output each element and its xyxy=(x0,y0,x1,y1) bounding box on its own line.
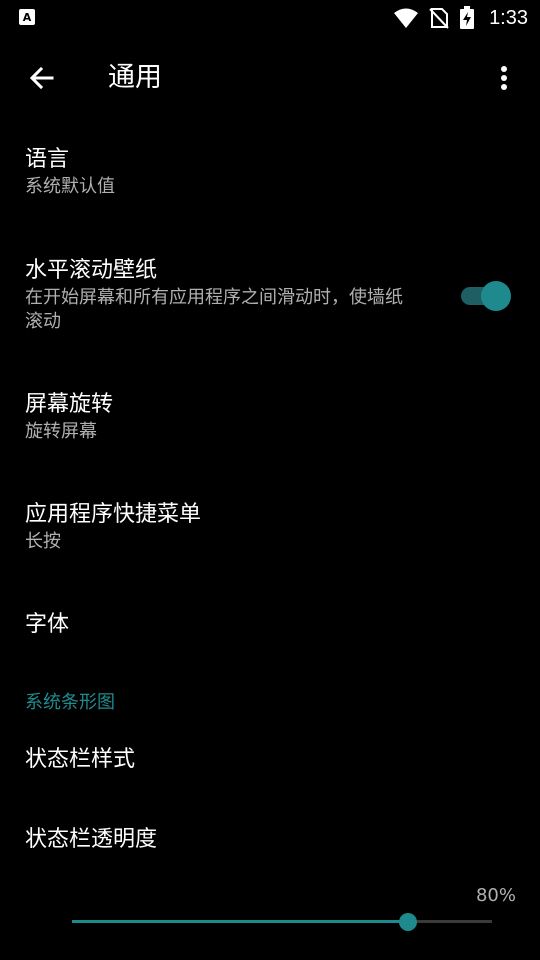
battery-charging-icon xyxy=(460,6,475,29)
pref-screen-rotation[interactable]: 屏幕旋转 旋转屏幕 xyxy=(25,390,515,444)
status-icons: 1:33 xyxy=(393,4,528,32)
font-app-icon: A xyxy=(19,9,35,25)
more-vert-icon xyxy=(501,66,507,90)
clock: 1:33 xyxy=(489,6,528,29)
transparency-slider[interactable] xyxy=(72,910,492,934)
pref-title: 状态栏样式 xyxy=(25,747,136,772)
arrow-back-icon xyxy=(29,66,54,90)
pref-app-shortcut-menu[interactable]: 应用程序快捷菜单 长按 xyxy=(25,500,515,554)
pref-title: 语言 xyxy=(25,147,70,172)
overflow-menu-button[interactable] xyxy=(482,56,526,100)
wifi-icon xyxy=(394,8,419,28)
back-button[interactable] xyxy=(20,56,64,100)
pref-summary: 长按 xyxy=(25,531,61,552)
pref-statusbar-transparency: 状态栏透明度 xyxy=(25,825,515,855)
svg-text:A: A xyxy=(23,11,32,24)
pref-title: 字体 xyxy=(25,612,70,637)
page-title: 通用 xyxy=(108,62,162,93)
pref-title: 屏幕旋转 xyxy=(25,392,114,417)
pref-wallpaper-scroll[interactable]: 水平滚动壁纸 在开始屏幕和所有应用程序之间滑动时，使墙纸滚动 xyxy=(25,256,410,334)
pref-title: 状态栏透明度 xyxy=(25,827,158,852)
pref-language[interactable]: 语言 系统默认值 xyxy=(25,145,515,199)
slider-fill xyxy=(72,920,408,923)
pref-summary: 旋转屏幕 xyxy=(25,421,97,442)
pref-summary: 系统默认值 xyxy=(25,176,115,197)
switch-thumb xyxy=(481,281,511,311)
no-sim-icon xyxy=(429,8,449,29)
pref-statusbar-style[interactable]: 状态栏样式 xyxy=(25,745,515,775)
slider-thumb[interactable] xyxy=(399,913,417,931)
pref-title: 水平滚动壁纸 xyxy=(25,258,158,283)
slider-value-label: 80% xyxy=(475,885,516,906)
pref-font[interactable]: 字体 xyxy=(25,610,515,640)
pref-summary: 在开始屏幕和所有应用程序之间滑动时，使墙纸滚动 xyxy=(25,287,403,332)
wallpaper-scroll-switch[interactable] xyxy=(459,280,513,312)
section-header-system-bars: 系统条形图 xyxy=(25,692,115,713)
pref-title: 应用程序快捷菜单 xyxy=(25,502,202,527)
toolbar: 通用 xyxy=(0,36,540,120)
status-bar: A 1:33 xyxy=(0,0,540,36)
